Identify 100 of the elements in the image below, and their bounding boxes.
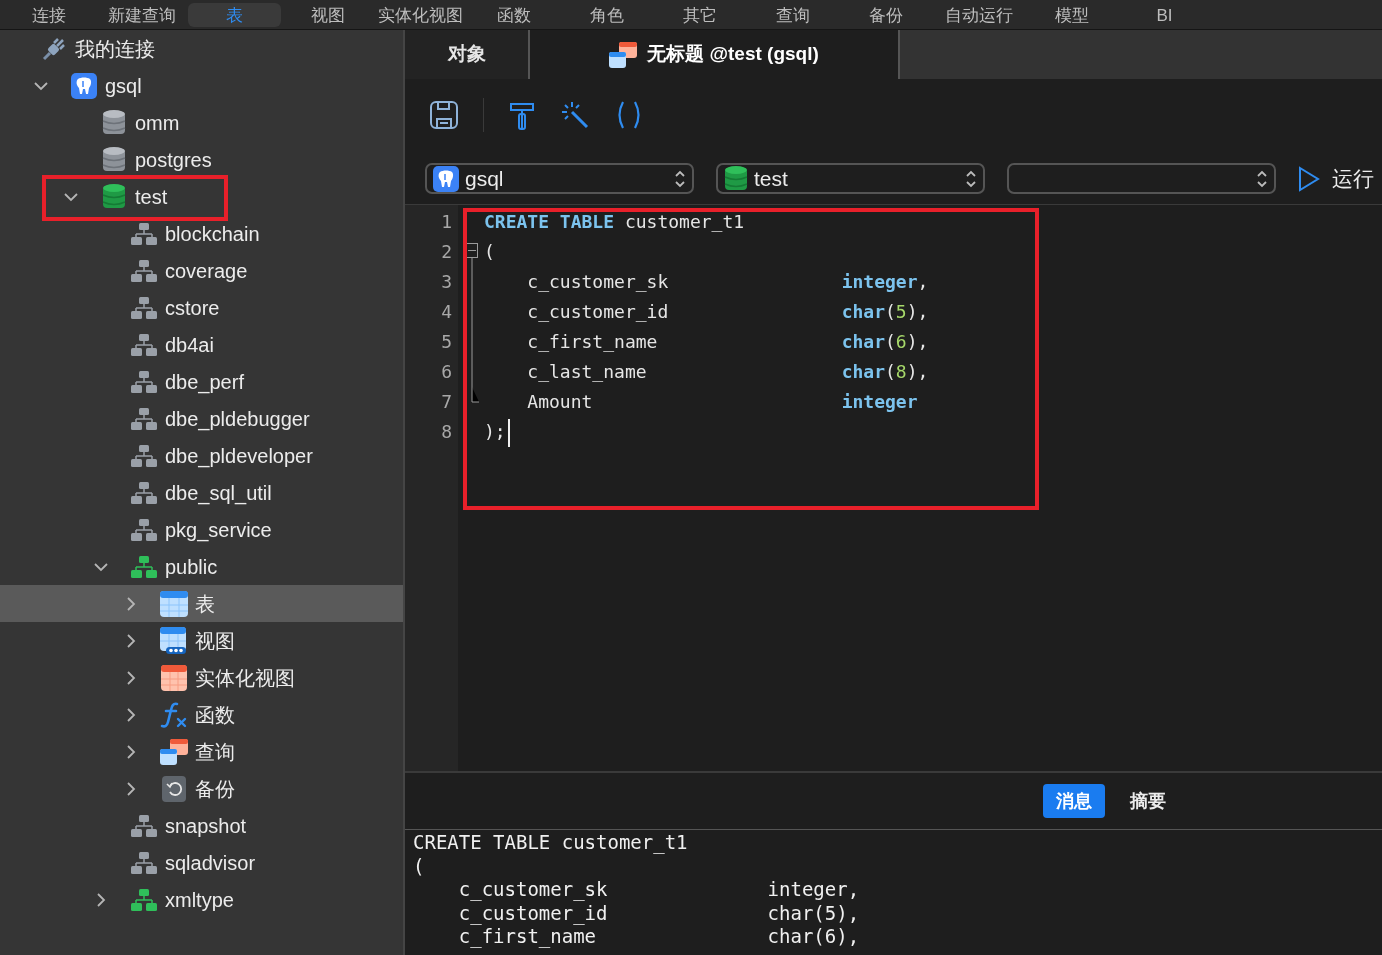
code-line: c_first_name char(6), [526,330,929,354]
tree-item[interactable]: 函数 [0,696,403,733]
output-line: c_customer_sk integer, [457,878,861,902]
tree-item[interactable]: dbe_pldebugger [0,400,403,437]
output-line: c_first_name char(6), [457,925,861,949]
code-line: ( [484,240,495,264]
tree-label: 查询 [195,739,235,765]
updown-icon [1256,168,1268,189]
line-number: 3 [440,270,453,294]
tree-label: 备份 [195,776,235,802]
tree-label: gsql [105,73,142,99]
menu-item[interactable]: 查询 [746,2,839,27]
updown-icon [674,168,686,189]
line-number: 1 [440,210,453,234]
tree-label: xmltype [165,887,234,913]
tree-item[interactable]: public [0,548,403,585]
tree-label: pkg_service [165,517,272,544]
tree-item[interactable]: omm [0,104,403,141]
tree-label: 函数 [195,702,235,728]
tree-item[interactable]: coverage [0,252,403,289]
tree-label: dbe_pldebugger [165,406,310,433]
tree-item[interactable]: 查询 [0,733,403,770]
code-line: CREATE TABLE customer_t1 [484,210,745,234]
tree-label: dbe_perf [165,369,244,396]
view-icon [160,626,188,655]
tree-item[interactable]: blockchain [0,215,403,252]
code-line: c_customer_id char(5), [526,300,929,324]
tree-label: test [135,184,168,210]
tree-label: cstore [165,295,220,321]
tree-item[interactable]: 我的连接 [0,30,403,67]
tree-item[interactable]: 备份 [0,770,403,807]
editor-tab[interactable]: 无标题 @test (gsql) [530,30,900,79]
tree-item[interactable]: test [0,178,403,215]
tree-label: db4ai [165,332,214,358]
tree-label: public [165,554,218,580]
backup-icon [162,775,186,802]
line-number: 2 [440,240,453,264]
menu-item[interactable]: 新建查询 [95,2,188,27]
menu-item[interactable]: 角色 [560,2,653,27]
tree-item[interactable]: cstore [0,289,403,326]
tree-label: sqladvisor [165,850,256,876]
menu-item[interactable]: 实体化视图 [374,2,467,27]
tree-item[interactable]: 视图 [0,622,403,659]
line-number: 7 [440,390,453,414]
tree-item[interactable]: gsql [0,67,403,104]
run-button[interactable]: 运行 [1298,163,1374,194]
tree-label: dbe_pldeveloper [165,443,313,470]
line-number: 5 [440,330,453,354]
tree-item[interactable]: pkg_service [0,511,403,548]
tree-label: snapshot [165,813,247,839]
menu-item[interactable]: 连接 [2,2,95,27]
query-icon [160,738,188,765]
menu-item[interactable]: 模型 [1025,2,1118,27]
function-icon [160,700,188,729]
database-icon [724,164,748,193]
menu-item[interactable]: 函数 [467,2,560,27]
tree-item[interactable]: xmltype [0,881,403,918]
code-line: c_last_name char(8), [526,360,929,384]
result-tab[interactable]: 摘要 [1117,784,1179,818]
tree-item[interactable]: 表 [0,585,403,622]
code-line: Amount integer [526,390,918,414]
tree-label: 实体化视图 [195,665,295,691]
play-icon [1298,165,1320,192]
table-icon [160,590,188,617]
tree-item[interactable]: snapshot [0,807,403,844]
select-field[interactable]: gsql [425,163,694,194]
tree-item[interactable]: 实体化视图 [0,659,403,696]
tree-label: 视图 [195,628,235,654]
tree-item[interactable]: dbe_sql_util [0,474,403,511]
select-field[interactable] [1007,163,1276,194]
tree-label: omm [135,110,180,136]
magic-wand-icon[interactable] [560,99,590,130]
tree-label: coverage [165,258,248,284]
code-editor[interactable]: CREATE TABLE customer_t1 ( c_customer_sk integer, c_customer_id char(5), c_first_name char(6), c_last_name char(8), Amount integer ); [458,205,1382,771]
result-tab[interactable]: 消息 [1043,784,1105,818]
tree-item[interactable]: dbe_pldeveloper [0,437,403,474]
query-icon [609,41,638,68]
tree-item[interactable]: postgres [0,141,403,178]
tree-item[interactable]: sqladvisor [0,844,403,881]
tree-label: postgres [135,147,212,173]
tree-item[interactable]: db4ai [0,326,403,363]
menu-item[interactable]: 自动运行 [932,2,1025,27]
menu-item[interactable]: 备份 [839,2,932,27]
menu-item[interactable]: 其它 [653,2,746,27]
menu-item[interactable]: BI [1118,2,1211,27]
line-number: 8 [440,420,453,444]
tree-item[interactable]: dbe_perf [0,363,403,400]
select-field[interactable]: test [716,163,985,194]
materialized-view-icon [161,664,187,691]
tree-label: 表 [195,591,215,617]
tree-label: 我的连接 [75,36,155,62]
plug-icon [41,35,67,62]
menu-item[interactable]: 视图 [281,2,374,27]
editor-tab[interactable]: 对象 [405,30,530,79]
code-line: c_customer_sk integer, [526,270,929,294]
save-icon[interactable] [429,99,459,130]
tree-label: dbe_sql_util [165,480,272,507]
line-number: 6 [440,360,453,384]
code-line: ); [484,417,510,447]
line-number: 4 [440,300,453,324]
